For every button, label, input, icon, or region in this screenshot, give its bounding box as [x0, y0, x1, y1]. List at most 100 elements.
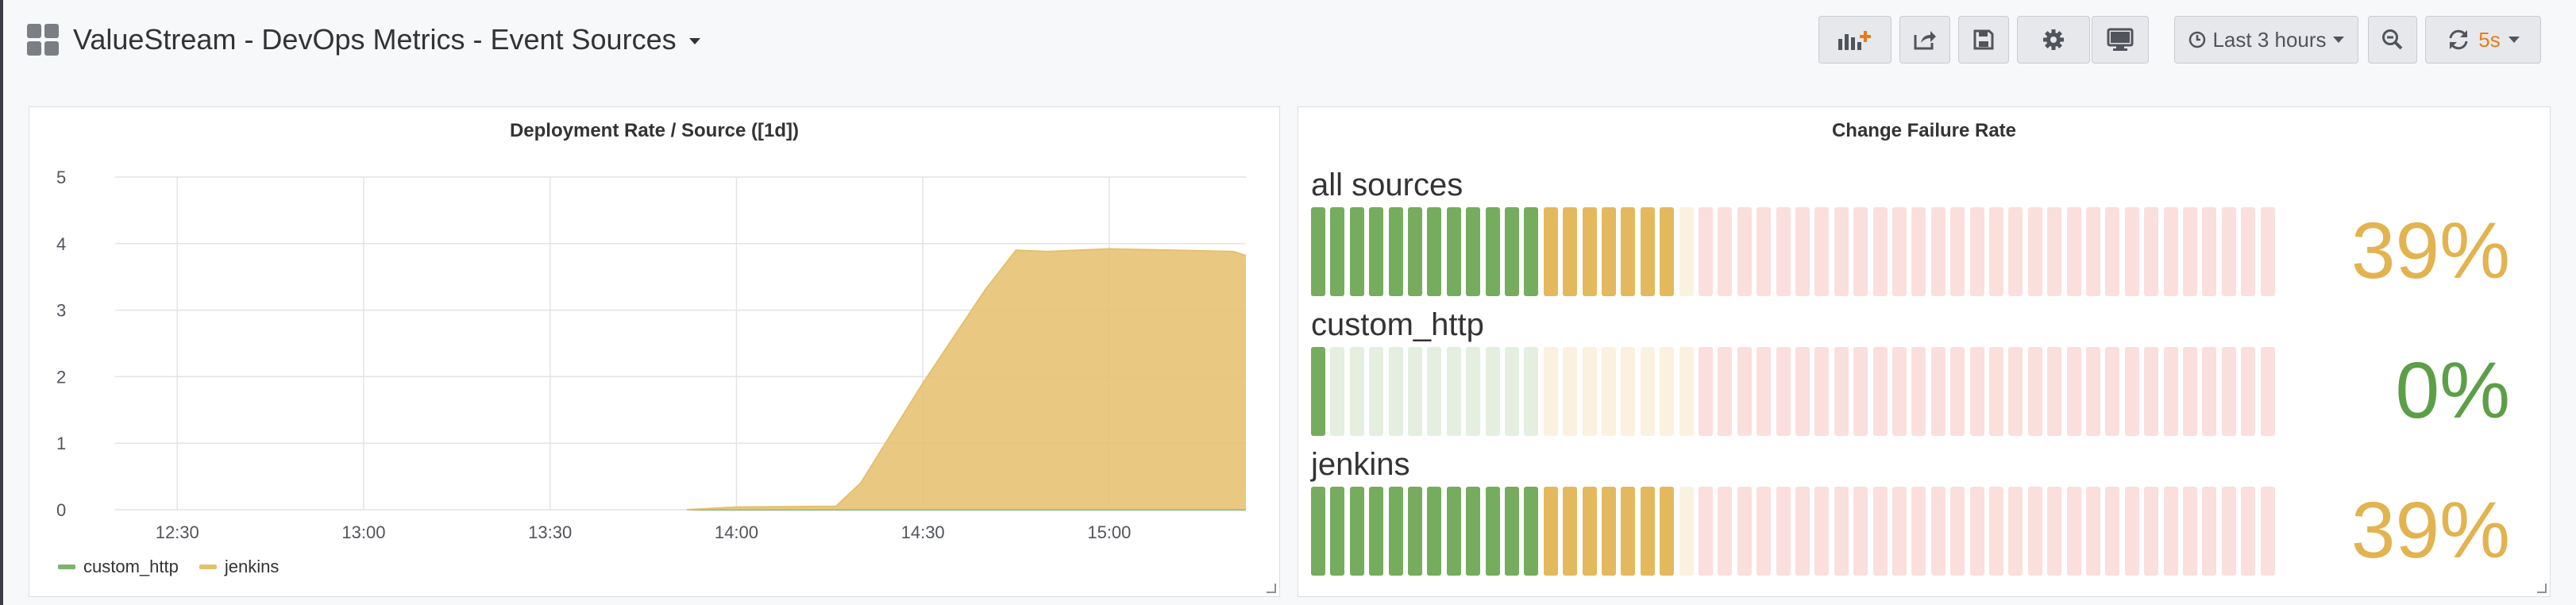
refresh-interval-label: 5s — [2478, 27, 2501, 52]
gauge-cell — [1408, 487, 1422, 576]
y-tick-label: 2 — [56, 367, 66, 387]
gauge-cell — [1989, 487, 2003, 576]
refresh-icon — [2449, 29, 2468, 50]
x-tick-label: 15:00 — [1087, 522, 1131, 542]
gauge-cell — [2008, 347, 2023, 436]
zoom-out-button[interactable] — [2368, 16, 2417, 64]
dashboard-title: ValueStream - DevOps Metrics - Event Sou… — [73, 23, 677, 56]
change-failure-rate-panel: Change Failure Rate all sources 39% cust… — [1298, 106, 2551, 597]
chevron-down-icon — [2332, 37, 2344, 43]
gauge-cell — [1485, 487, 1500, 576]
gauge-cell — [1582, 207, 1597, 296]
gauge-cell — [1950, 487, 1965, 576]
gauge-cell — [1699, 347, 1713, 436]
chevron-down-icon — [2508, 37, 2520, 43]
gauge-cell — [2260, 487, 2275, 576]
gauge-cell — [1311, 347, 1325, 436]
share-button[interactable] — [1899, 16, 1950, 64]
top-navbar: ValueStream - DevOps Metrics - Event Sou… — [0, 0, 2576, 79]
gauge-cell — [1795, 487, 1810, 576]
refresh-picker[interactable]: 5s — [2425, 16, 2541, 64]
save-icon — [1973, 29, 1994, 50]
gauge-cell — [1369, 347, 1384, 436]
gauge-cell — [1602, 347, 1616, 436]
gauge-cell — [1408, 347, 1422, 436]
tv-mode-button[interactable] — [2092, 16, 2149, 64]
gauge-cell — [2163, 347, 2178, 436]
gauge-cell — [1466, 347, 1481, 436]
gauge-cell — [2183, 487, 2197, 576]
gauge-cell — [1582, 487, 1597, 576]
y-tick-label: 3 — [56, 301, 66, 321]
gauge-cell — [1524, 487, 1539, 576]
deployment-rate-chart[interactable]: 0 1 2 3 4 5 12:30 13:00 13:30 14:00 14:30 15:00 — [29, 107, 1281, 598]
gauge-cell — [1427, 487, 1442, 576]
gauge-cell — [1814, 347, 1830, 436]
gauge-cell — [1660, 347, 1675, 436]
save-button[interactable] — [1958, 16, 2009, 64]
gauge-cell — [2105, 347, 2120, 436]
gauge-cell — [1737, 207, 1752, 296]
gauge-cell — [1349, 347, 1364, 436]
gauge-cell — [1989, 347, 2003, 436]
gauge-cell — [2241, 487, 2256, 576]
window-edge — [0, 0, 3, 605]
resize-handle[interactable] — [2537, 584, 2547, 593]
gauge-cell — [1699, 207, 1713, 296]
gauge-cell — [1311, 487, 1325, 576]
gauge-cell — [1563, 347, 1578, 436]
gauge-cell — [1679, 347, 1694, 436]
gauge-row-all-sources: all sources 39% — [1311, 168, 2534, 302]
gauge-cell — [2144, 207, 2159, 296]
gauge-cell — [1834, 347, 1849, 436]
gauge-cell — [1640, 207, 1655, 296]
gauge-cell — [1814, 207, 1830, 296]
gauge-cell — [1427, 207, 1442, 296]
gauge-cell — [1892, 207, 1907, 296]
gauge-cell — [2027, 347, 2042, 436]
share-icon — [1914, 31, 1936, 50]
gauge-cell — [1892, 347, 1907, 436]
dashboard-title-picker[interactable]: ValueStream - DevOps Metrics - Event Sou… — [73, 19, 700, 60]
deployment-rate-panel: Deployment Rate / Source ([1d]) 0 1 2 3 4 5 12… — [29, 106, 1280, 597]
gauge-cell — [1757, 347, 1772, 436]
gauge-cell — [1427, 347, 1442, 436]
gauge-cell — [1853, 347, 1868, 436]
gauge-cell — [2047, 347, 2062, 436]
gauge-cell — [1602, 207, 1616, 296]
gauge-cell — [1466, 487, 1481, 576]
gauge-cell — [2260, 207, 2275, 296]
gauge-cell — [1543, 347, 1558, 436]
gear-icon — [2043, 29, 2064, 50]
chart-legend: custom_http jenkins — [58, 557, 279, 577]
y-tick-label: 4 — [56, 234, 66, 254]
resize-handle[interactable] — [1267, 584, 1276, 593]
gauge-cell — [1330, 207, 1345, 296]
gauge-cell — [1872, 207, 1888, 296]
gauge-cell — [1660, 207, 1675, 296]
gauge-cell — [1446, 347, 1461, 436]
gauge-row-custom-http: custom_http 0% — [1311, 307, 2534, 442]
gauge-cell — [1853, 207, 1868, 296]
legend-item-custom_http[interactable]: custom_http — [58, 557, 179, 577]
monitor-icon — [2107, 28, 2134, 51]
gauge-cell — [1757, 487, 1772, 576]
gauge-cell — [1388, 347, 1403, 436]
dashboard-grid-icon[interactable] — [27, 24, 60, 57]
gauge-cell — [1563, 207, 1578, 296]
panel-title[interactable]: Change Failure Rate — [1298, 120, 2550, 142]
gauge-cell — [2105, 207, 2120, 296]
gauge-cell — [2202, 487, 2217, 576]
gauge-cell — [2221, 207, 2236, 296]
legend-item-jenkins[interactable]: jenkins — [199, 557, 279, 577]
gauge-cell — [1446, 487, 1461, 576]
settings-button[interactable] — [2017, 16, 2090, 64]
gauge-cell — [2008, 487, 2023, 576]
gauge-cell — [1911, 347, 1926, 436]
y-tick-label: 0 — [56, 500, 66, 520]
gauge-cell — [1311, 207, 1325, 296]
series-area-jenkins — [686, 249, 1246, 510]
gauge-cell — [2066, 347, 2081, 436]
add-panel-button[interactable] — [1818, 16, 1892, 64]
time-range-picker[interactable]: Last 3 hours — [2174, 16, 2358, 64]
